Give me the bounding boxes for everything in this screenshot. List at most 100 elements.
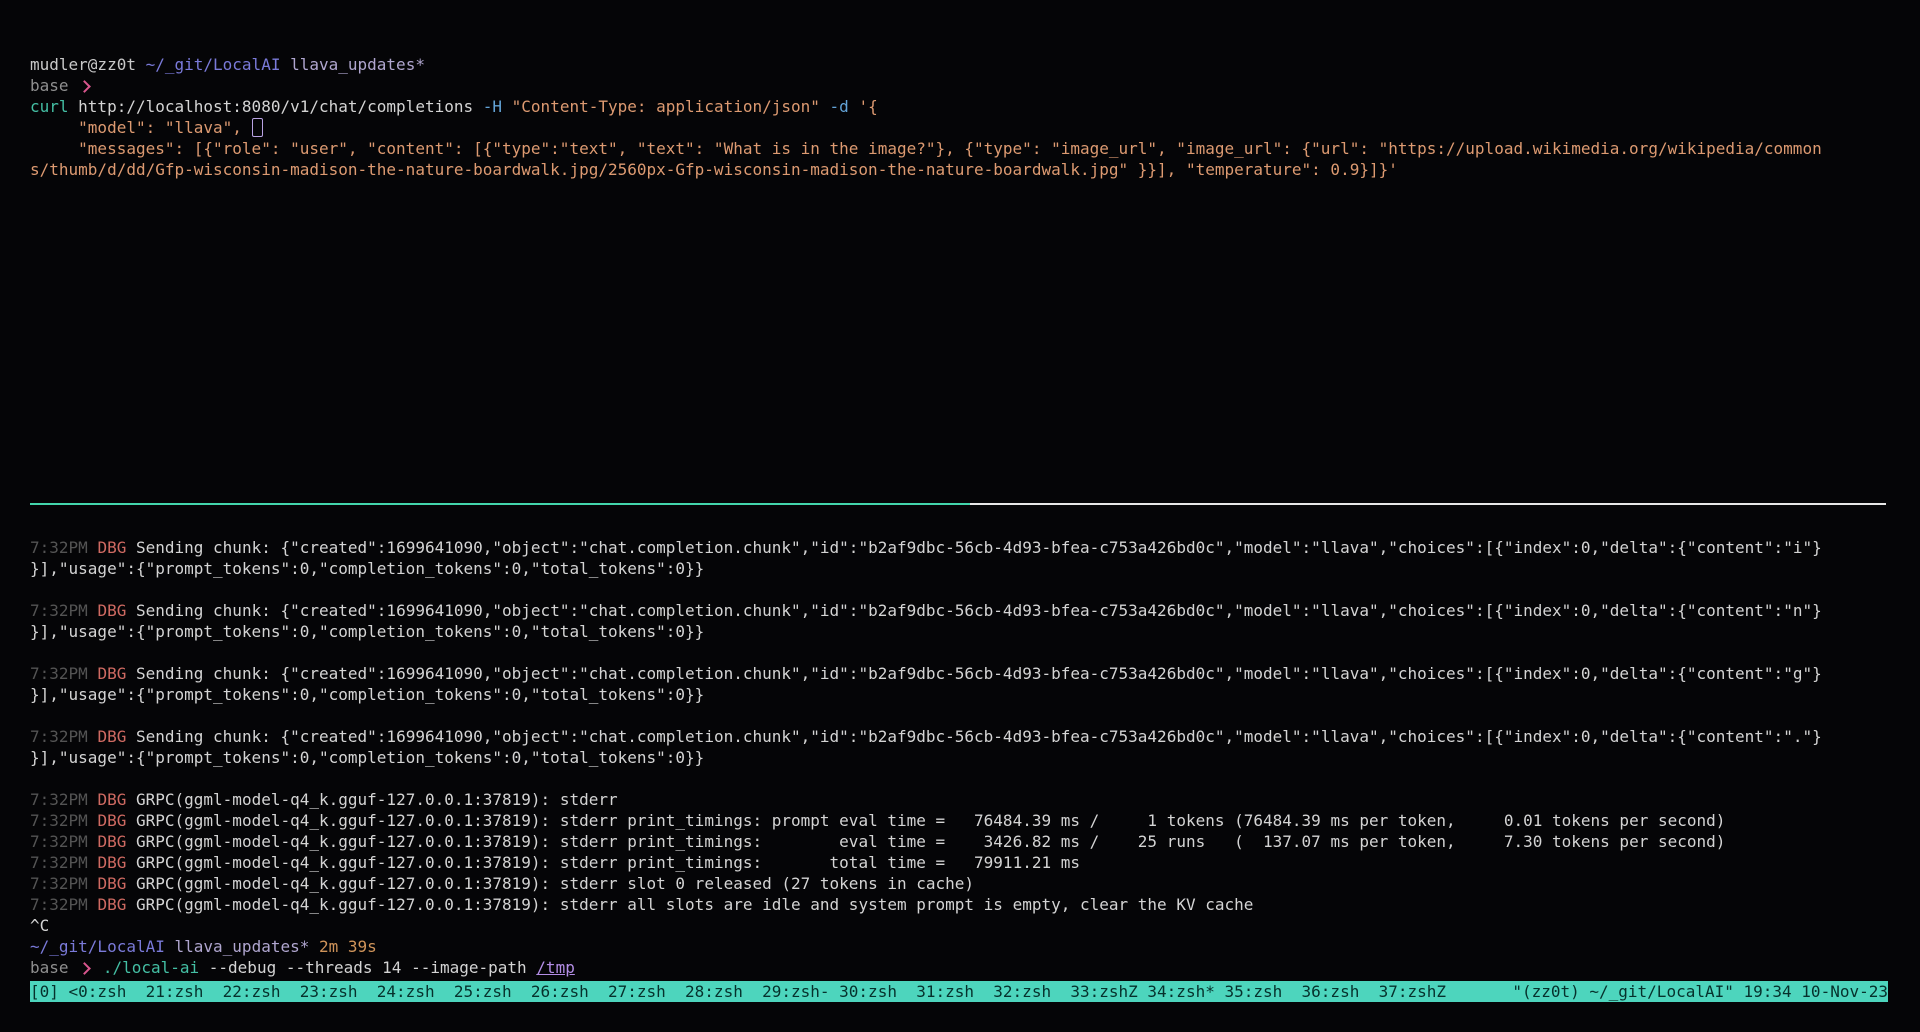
top-pane: mudler@zz0t ~/_git/LocalAI llava_updates… bbox=[30, 54, 1916, 180]
terminal-text bbox=[280, 55, 290, 74]
terminal-line: "model": "llava", bbox=[30, 117, 1916, 138]
terminal-line: }],"usage":{"prompt_tokens":0,"completio… bbox=[30, 747, 1916, 768]
terminal-text: Sending chunk: {"created":1699641090,"ob… bbox=[126, 664, 1821, 683]
terminal-text: Sending chunk: {"created":1699641090,"ob… bbox=[126, 601, 1821, 620]
terminal-line: 7:32PM DBG Sending chunk: {"created":169… bbox=[30, 537, 1916, 558]
terminal-line: base bbox=[30, 75, 1916, 96]
terminal-line: curl http://localhost:8080/v1/chat/compl… bbox=[30, 96, 1916, 117]
terminal-text bbox=[88, 895, 98, 914]
tmux-status-bar[interactable]: [0] <0:zsh 21:zsh 22:zsh 23:zsh 24:zsh 2… bbox=[30, 981, 1888, 1002]
terminal-text: DBG bbox=[97, 664, 126, 683]
terminal-text: 7:32PM bbox=[30, 895, 88, 914]
terminal-text: 7:32PM bbox=[30, 832, 88, 851]
terminal-text: 7:32PM bbox=[30, 601, 88, 620]
terminal-text: s/thumb/d/dd/Gfp-wisconsin-madison-the-n… bbox=[30, 160, 1398, 179]
terminal-text: DBG bbox=[97, 811, 126, 830]
terminal-text bbox=[88, 811, 98, 830]
terminal-line: 7:32PM DBG Sending chunk: {"created":169… bbox=[30, 726, 1916, 747]
terminal-text: -H bbox=[483, 97, 502, 116]
terminal-text: base bbox=[30, 76, 78, 95]
terminal-text: Sending chunk: {"created":1699641090,"ob… bbox=[126, 727, 1821, 746]
terminal-text: GRPC(ggml-model-q4_k.gguf-127.0.0.1:3781… bbox=[126, 895, 1253, 914]
terminal-text: curl bbox=[30, 97, 69, 116]
terminal-text bbox=[165, 937, 175, 956]
tmp-path-link[interactable]: /tmp bbox=[536, 958, 575, 977]
terminal-text: DBG bbox=[97, 790, 126, 809]
terminal-text bbox=[88, 727, 98, 746]
terminal-text bbox=[849, 97, 859, 116]
terminal-text bbox=[88, 790, 98, 809]
terminal-text: DBG bbox=[97, 601, 126, 620]
terminal-line: mudler@zz0t ~/_git/LocalAI llava_updates… bbox=[30, 54, 1916, 75]
terminal-text: -d bbox=[830, 97, 849, 116]
terminal-text: llava_updates* bbox=[290, 55, 425, 74]
terminal-text: 7:32PM bbox=[30, 874, 88, 893]
terminal-text: "messages": [{"role": "user", "content":… bbox=[30, 139, 1822, 158]
terminal-line: 7:32PM DBG GRPC(ggml-model-q4_k.gguf-127… bbox=[30, 789, 1916, 810]
terminal-text bbox=[93, 958, 103, 977]
terminal-line: 7:32PM DBG GRPC(ggml-model-q4_k.gguf-127… bbox=[30, 873, 1916, 894]
terminal-line: s/thumb/d/dd/Gfp-wisconsin-madison-the-n… bbox=[30, 159, 1916, 180]
terminal-text bbox=[88, 832, 98, 851]
terminal-line: 7:32PM DBG GRPC(ggml-model-q4_k.gguf-127… bbox=[30, 852, 1916, 873]
terminal-text: DBG bbox=[97, 874, 126, 893]
tmux-window-list[interactable]: [0] <0:zsh 21:zsh 22:zsh 23:zsh 24:zsh 2… bbox=[30, 981, 1446, 1002]
terminal-line: }],"usage":{"prompt_tokens":0,"completio… bbox=[30, 621, 1916, 642]
terminal-text: '{ bbox=[858, 97, 877, 116]
terminal-text: --debug --threads 14 --image-path bbox=[199, 958, 536, 977]
terminal-text bbox=[88, 664, 98, 683]
tmux-session-info: "(zz0t) ~/_git/LocalAI" 19:34 10-Nov-23 bbox=[1512, 981, 1888, 1002]
terminal-screen: mudler@zz0t ~/_git/LocalAI llava_updates… bbox=[0, 0, 1920, 1032]
prompt-chevron-icon bbox=[78, 80, 91, 93]
terminal-line: 7:32PM DBG Sending chunk: {"created":169… bbox=[30, 663, 1916, 684]
terminal-text: }],"usage":{"prompt_tokens":0,"completio… bbox=[30, 748, 704, 767]
terminal-text: DBG bbox=[97, 538, 126, 557]
terminal-text bbox=[88, 853, 98, 872]
terminal-text: }],"usage":{"prompt_tokens":0,"completio… bbox=[30, 559, 704, 578]
terminal-line bbox=[30, 579, 1916, 600]
terminal-line bbox=[30, 705, 1916, 726]
pane-divider[interactable] bbox=[30, 503, 1890, 505]
terminal-text: GRPC(ggml-model-q4_k.gguf-127.0.0.1:3781… bbox=[126, 790, 617, 809]
terminal-text: mudler@zz0t bbox=[30, 55, 146, 74]
terminal-text: 7:32PM bbox=[30, 538, 88, 557]
terminal-text bbox=[88, 601, 98, 620]
pane-divider-active-segment bbox=[30, 503, 970, 505]
terminal-text: base bbox=[30, 958, 78, 977]
terminal-text: DBG bbox=[97, 832, 126, 851]
terminal-text bbox=[88, 874, 98, 893]
terminal-text: GRPC(ggml-model-q4_k.gguf-127.0.0.1:3781… bbox=[126, 811, 1725, 830]
terminal-text bbox=[502, 97, 512, 116]
terminal-line: base ./local-ai --debug --threads 14 --i… bbox=[30, 957, 1916, 978]
terminal-text: 7:32PM bbox=[30, 790, 88, 809]
terminal-line: ~/_git/LocalAI llava_updates* 2m 39s bbox=[30, 936, 1916, 957]
terminal-text: }],"usage":{"prompt_tokens":0,"completio… bbox=[30, 685, 704, 704]
terminal-text bbox=[309, 937, 319, 956]
terminal-text: }],"usage":{"prompt_tokens":0,"completio… bbox=[30, 622, 704, 641]
terminal-text: DBG bbox=[97, 853, 126, 872]
text-cursor bbox=[252, 118, 263, 137]
terminal-text bbox=[88, 538, 98, 557]
terminal-text: 2m 39s bbox=[319, 937, 377, 956]
terminal-text: http://localhost:8080/v1/chat/completion… bbox=[69, 97, 483, 116]
prompt-chevron-icon bbox=[78, 962, 91, 975]
terminal-text: 7:32PM bbox=[30, 811, 88, 830]
terminal-text: 7:32PM bbox=[30, 853, 88, 872]
terminal-line bbox=[30, 642, 1916, 663]
terminal-text: DBG bbox=[97, 727, 126, 746]
terminal-text: ^C bbox=[30, 916, 49, 935]
terminal-line: }],"usage":{"prompt_tokens":0,"completio… bbox=[30, 684, 1916, 705]
terminal-text: DBG bbox=[97, 895, 126, 914]
terminal-text: ~/_git/LocalAI bbox=[146, 55, 281, 74]
terminal-line: "messages": [{"role": "user", "content":… bbox=[30, 138, 1916, 159]
terminal-line: 7:32PM DBG GRPC(ggml-model-q4_k.gguf-127… bbox=[30, 894, 1916, 915]
terminal-text: 7:32PM bbox=[30, 727, 88, 746]
terminal-line: }],"usage":{"prompt_tokens":0,"completio… bbox=[30, 558, 1916, 579]
terminal-text: GRPC(ggml-model-q4_k.gguf-127.0.0.1:3781… bbox=[126, 832, 1725, 851]
terminal-text: "model": "llava", bbox=[30, 118, 252, 137]
pane-divider-inactive-segment bbox=[970, 503, 1886, 505]
terminal-line bbox=[30, 768, 1916, 789]
terminal-line: 7:32PM DBG GRPC(ggml-model-q4_k.gguf-127… bbox=[30, 831, 1916, 852]
terminal-text: ~/_git/LocalAI bbox=[30, 937, 165, 956]
terminal-text: GRPC(ggml-model-q4_k.gguf-127.0.0.1:3781… bbox=[126, 853, 1080, 872]
